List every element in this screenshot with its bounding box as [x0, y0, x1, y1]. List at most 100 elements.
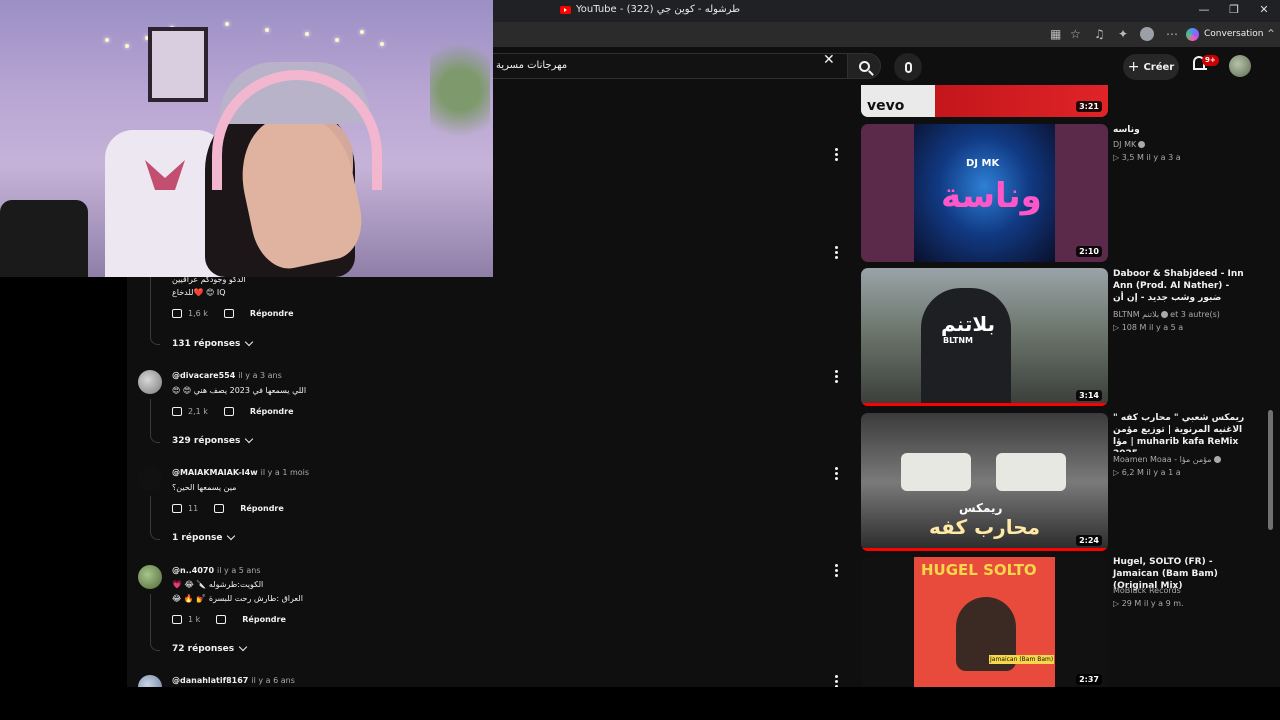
comment-actions: 1 k Répondre: [172, 612, 286, 626]
dislike-icon[interactable]: [216, 614, 227, 624]
comment-text: 💗 😂 🔪 الكويت:طرشوله: [172, 580, 264, 589]
reply-button[interactable]: Répondre: [242, 615, 286, 624]
video-thumbnail[interactable]: بلاتنم BLTNM 3:14: [861, 268, 1108, 406]
tab-title-text: YouTube - طرشوله - كوين جي (322): [576, 4, 741, 15]
comment-actions: 1,6 k Répondre: [172, 306, 294, 320]
browser-profile-avatar[interactable]: [1140, 27, 1154, 41]
comment-menu-icon[interactable]: [835, 564, 839, 579]
comment-text: 😂 🔥 💅 العراق :طارش رحت للبسرة: [172, 594, 303, 603]
plant: [430, 30, 490, 150]
thumbnail-text: وناسة: [941, 176, 1042, 216]
watch-progress: [861, 403, 1108, 406]
video-meta: ▷ 6,2 M il y a 1 a: [1113, 468, 1181, 477]
video-duration: 3:14: [1076, 390, 1102, 401]
video-thumbnail[interactable]: HUGEL SOLTO Jamaican (Bam Bam) 2:37: [861, 557, 1108, 687]
more-menu-icon[interactable]: ⋯: [1166, 27, 1178, 41]
extensions-icon[interactable]: ♫: [1094, 27, 1105, 41]
comment-text: مين يسمعها الحين؟: [172, 483, 237, 492]
comment-menu-icon[interactable]: [835, 467, 839, 482]
replies-toggle[interactable]: 329 réponses: [172, 434, 254, 446]
thumbnail-text: BLTNM: [943, 336, 973, 345]
search-input[interactable]: مهرجانات مسرية: [487, 53, 847, 79]
avatar[interactable]: [138, 370, 162, 394]
video-meta: ▷ 3,5 M il y a 3 a: [1113, 153, 1181, 162]
related-videos: vevo 3:21 وناسه DJ MK ▷ 3,5 M il y a 3 a…: [861, 47, 1261, 687]
search-query: مهرجانات مسرية: [496, 60, 568, 71]
replies-count: 1 réponse: [172, 533, 223, 543]
video-title[interactable]: وناسه: [1113, 124, 1253, 136]
reply-button[interactable]: Répondre: [250, 309, 294, 318]
reply-button[interactable]: Répondre: [250, 407, 294, 416]
collections-icon[interactable]: ✦: [1118, 27, 1128, 41]
comment-menu-icon[interactable]: [835, 246, 839, 261]
video-meta: ▷ 108 M il y a 5 a: [1113, 323, 1184, 332]
comment-menu-icon[interactable]: [835, 675, 839, 687]
comment-menu-icon[interactable]: [835, 370, 839, 385]
dislike-icon[interactable]: [223, 406, 234, 416]
replies-count: 131 réponses: [172, 339, 241, 349]
video-channel[interactable]: BLTNM بلاتنم et 3 autre(s): [1113, 310, 1220, 319]
close-window-button[interactable]: ✕: [1256, 3, 1272, 16]
replies-toggle[interactable]: 72 réponses: [172, 642, 248, 654]
avatar[interactable]: [138, 565, 162, 589]
video-duration: 3:21: [1076, 101, 1102, 112]
like-count: 1 k: [188, 614, 201, 624]
video-thumbnail[interactable]: DJ MK وناسة 2:10: [861, 124, 1108, 262]
video-channel[interactable]: Moamen Moaa - مؤمن مؤا: [1113, 455, 1223, 464]
video-channel[interactable]: MoBlack Records: [1113, 586, 1181, 595]
conversation-button[interactable]: Conversation: [1186, 25, 1264, 43]
scrollbar[interactable]: [1268, 410, 1273, 530]
chevron-up-icon[interactable]: ⌃: [1266, 27, 1276, 41]
comment-author[interactable]: @divacare554 il y a 3 ans: [172, 371, 282, 380]
thread-line: [150, 496, 160, 540]
browser-tab[interactable]: YouTube - طرشوله - كوين جي (322): [560, 4, 740, 15]
like-count: 2,1 k: [188, 406, 208, 416]
clear-search-icon[interactable]: ✕: [823, 52, 835, 68]
replies-toggle[interactable]: 1 réponse: [172, 531, 236, 543]
watch-progress: [861, 548, 1108, 551]
minimize-button[interactable]: —: [1196, 3, 1212, 16]
like-icon[interactable]: [172, 308, 182, 318]
like-icon[interactable]: [172, 614, 182, 624]
thread-line: [150, 594, 160, 651]
dislike-icon[interactable]: [214, 503, 225, 513]
bottom-bar: [0, 687, 1280, 720]
reply-button[interactable]: Répondre: [240, 504, 284, 513]
video-duration: 2:10: [1076, 246, 1102, 257]
thumbnail-text: HUGEL SOLTO: [921, 561, 1037, 579]
copilot-icon: [1186, 27, 1199, 41]
like-count: 1,6 k: [188, 308, 208, 318]
chevron-down-icon: [238, 642, 248, 652]
comment-author[interactable]: @n..4070 il y a 5 ans: [172, 566, 261, 575]
speaker: [0, 200, 88, 277]
video-channel[interactable]: DJ MK: [1113, 140, 1147, 149]
conversation-label: Conversation: [1204, 29, 1264, 39]
apps-icon[interactable]: ▦: [1050, 27, 1061, 41]
comment-text: للدخاع❤️ 😊 IQ: [172, 288, 226, 297]
comment-text: 😍 😍 اللي يسمعها في 2023 يصف هني: [172, 386, 307, 395]
chevron-down-icon: [245, 337, 254, 347]
webcam-overlay: [0, 0, 493, 277]
like-icon[interactable]: [172, 406, 182, 416]
thumbnail-text: بلاتنم: [941, 312, 996, 336]
replies-toggle[interactable]: 131 réponses: [172, 337, 254, 349]
favorite-star-icon[interactable]: ☆: [1070, 27, 1081, 41]
dislike-icon[interactable]: [223, 308, 234, 318]
video-thumbnail[interactable]: vevo 3:21: [861, 85, 1108, 117]
comment-author[interactable]: @danahlatif8167 il y a 6 ans: [172, 676, 295, 685]
restore-button[interactable]: ❐: [1226, 3, 1242, 16]
like-count: 11: [188, 503, 199, 513]
thread-line: [150, 399, 160, 443]
video-duration: 2:24: [1076, 535, 1102, 546]
comment-author[interactable]: @MAIAKMAIAK-I4w il y a 1 mois: [172, 468, 309, 477]
video-title[interactable]: ريمكس شعبي " محارب كفه " الاغنيه المرنوي…: [1113, 412, 1253, 452]
video-thumbnail[interactable]: ريمكس محارب كفه 2:24: [861, 413, 1108, 551]
avatar[interactable]: [138, 675, 162, 687]
avatar[interactable]: [138, 467, 162, 491]
chevron-down-icon: [227, 531, 236, 541]
comment-menu-icon[interactable]: [835, 148, 839, 163]
replies-count: 72 réponses: [172, 644, 235, 654]
replies-count: 329 réponses: [172, 436, 241, 446]
video-title[interactable]: Daboor & Shabjdeed - Inn Ann (Prod. Al N…: [1113, 268, 1253, 308]
like-icon[interactable]: [172, 503, 182, 513]
